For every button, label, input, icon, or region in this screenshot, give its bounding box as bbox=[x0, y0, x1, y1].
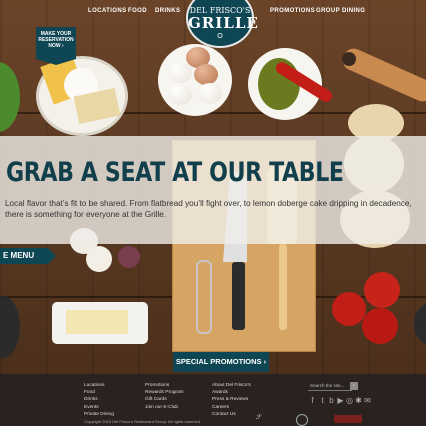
search-button[interactable]: › bbox=[350, 382, 358, 390]
reservation-line-3: NOW › bbox=[48, 43, 64, 49]
partner-seal-logo[interactable] bbox=[296, 414, 308, 426]
footer-link[interactable]: Private Dining bbox=[84, 411, 114, 418]
footer-col-3: About Del Frisco's Awards Press & Review… bbox=[212, 382, 251, 418]
email-icon[interactable]: ✉ bbox=[363, 396, 372, 405]
garlic bbox=[86, 246, 112, 272]
footer-link[interactable]: Rewards Program bbox=[145, 389, 184, 396]
footer-link[interactable]: Gift Cards bbox=[145, 396, 184, 403]
hero-overlay-panel bbox=[0, 136, 426, 244]
footer-col-2: Promotions Rewards Program Gift Cards Jo… bbox=[145, 382, 184, 411]
shallot bbox=[118, 246, 140, 268]
youtube-icon[interactable]: ▶ bbox=[336, 396, 345, 405]
footer-link[interactable]: Events bbox=[84, 404, 114, 411]
nav-food[interactable]: FOOD bbox=[128, 8, 147, 14]
lettuce-leaves bbox=[0, 62, 20, 132]
yelp-icon[interactable]: ✱ bbox=[354, 396, 363, 405]
nav-drinks[interactable]: DRINKS bbox=[155, 8, 180, 14]
rolling-pin-handle bbox=[342, 52, 356, 66]
facebook-icon[interactable]: f bbox=[308, 396, 317, 405]
menu-tab-button[interactable]: E MENU bbox=[0, 248, 56, 264]
footer-col-1: Locations Food Drinks Events Private Din… bbox=[84, 382, 114, 418]
egg bbox=[168, 84, 192, 105]
search-input[interactable]: Search the site... bbox=[308, 382, 352, 391]
footer-link[interactable]: About Del Frisco's bbox=[212, 382, 251, 389]
footer-link[interactable]: Promotions bbox=[145, 382, 184, 389]
footer-link[interactable]: Locations bbox=[84, 382, 114, 389]
site-footer: Locations Food Drinks Events Private Din… bbox=[0, 374, 426, 426]
knife-handle bbox=[232, 262, 245, 330]
vegetable-peeler bbox=[196, 260, 212, 334]
egg bbox=[198, 83, 222, 104]
reservation-button[interactable]: MAKE YOUR RESERVATION NOW › bbox=[36, 27, 76, 65]
footer-link[interactable]: Drinks bbox=[84, 396, 114, 403]
spice-bowl bbox=[0, 296, 20, 358]
tomato bbox=[364, 272, 400, 308]
blog-icon[interactable]: b bbox=[327, 396, 336, 405]
egg bbox=[194, 64, 218, 85]
egg bbox=[168, 62, 192, 83]
tomato bbox=[332, 292, 366, 326]
butter-stick bbox=[66, 310, 128, 334]
spatula-handle bbox=[279, 244, 287, 330]
special-promotions-button[interactable]: SPECIAL PROMOTIONS › bbox=[173, 352, 269, 372]
spice-bowl bbox=[414, 304, 426, 344]
logo-emblem: O bbox=[217, 33, 223, 40]
footer-link[interactable]: Join our E-Club bbox=[145, 404, 184, 411]
twitter-icon[interactable]: t bbox=[318, 396, 327, 405]
footer-link[interactable]: Food bbox=[84, 389, 114, 396]
nav-promotions[interactable]: PROMOTIONS bbox=[270, 8, 315, 14]
nav-locations[interactable]: LOCATIONS bbox=[88, 8, 127, 14]
footer-link[interactable]: Careers bbox=[212, 404, 251, 411]
copyright-text: Copyright 2015 Del Frisco's Restaurant G… bbox=[84, 419, 202, 424]
nav-group-dining[interactable]: GROUP DINING bbox=[316, 8, 365, 14]
tomato bbox=[362, 308, 398, 344]
del-friscos-brand-logo[interactable]: ℱ bbox=[256, 414, 282, 424]
instagram-icon[interactable]: ◎ bbox=[345, 396, 354, 405]
footer-link[interactable]: Contact Us bbox=[212, 411, 251, 418]
logo-line-2: GRILLE bbox=[188, 14, 259, 32]
footer-link[interactable]: Awards bbox=[212, 389, 251, 396]
footer-link[interactable]: Press & Reviews bbox=[212, 396, 251, 403]
hero-description: Local flavor that’s fit to be shared. Fr… bbox=[5, 199, 412, 219]
partner-brand-logo[interactable] bbox=[334, 415, 362, 423]
hero-headline: GRAB A SEAT AT OUR TABLE bbox=[6, 157, 344, 188]
